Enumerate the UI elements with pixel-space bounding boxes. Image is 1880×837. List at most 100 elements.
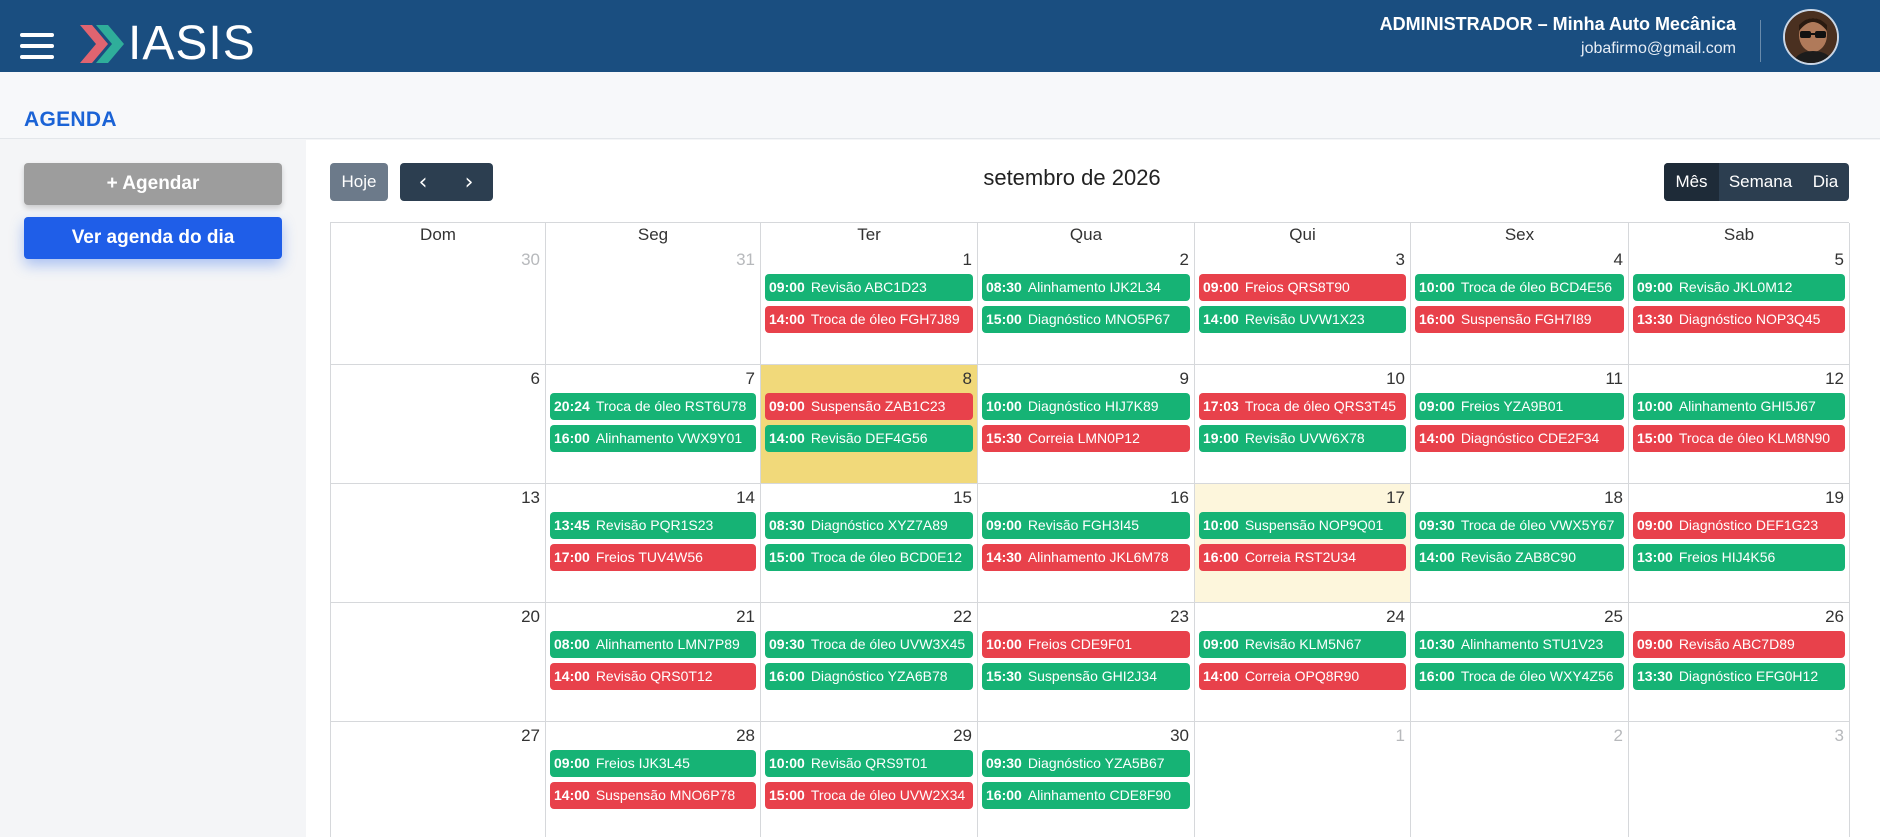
calendar-event[interactable]: 19:00 Revisão UVW6X78 (1199, 425, 1406, 452)
calendar-event[interactable]: 09:00 Revisão KLM5N67 (1199, 631, 1406, 658)
calendar-event[interactable]: 14:00 Revisão DEF4G56 (765, 425, 973, 452)
calendar-event[interactable]: 13:30 Diagnóstico NOP3Q45 (1633, 306, 1845, 333)
calendar-event[interactable]: 16:00 Alinhamento CDE8F90 (982, 782, 1190, 809)
view-day-button[interactable]: Dia (1802, 163, 1849, 201)
calendar-day[interactable]: 6 (331, 365, 546, 484)
calendar-event[interactable]: 09:00 Revisão JKL0M12 (1633, 274, 1845, 301)
calendar-day[interactable]: 7 20:24 Troca de óleo RST6U78 16:00 Alinhame… (546, 365, 761, 484)
calendar-day-today[interactable]: 8 09:00 Suspensão ZAB1C23 14:00 Revisão DEF4… (761, 365, 978, 484)
day-number[interactable]: 20 (521, 607, 540, 627)
calendar-event[interactable]: 15:00 Diagnóstico MNO5P67 (982, 306, 1190, 333)
day-number[interactable]: 7 (746, 369, 755, 389)
calendar-event[interactable]: 20:24 Troca de óleo RST6U78 (550, 393, 756, 420)
calendar-day[interactable]: 25 10:30 Alinhamento STU1V23 16:00 Troca de … (1411, 603, 1629, 722)
calendar-event[interactable]: 10:30 Alinhamento STU1V23 (1415, 631, 1624, 658)
calendar-day[interactable]: 2 (1411, 722, 1629, 837)
calendar-event[interactable]: 14:00 Revisão ZAB8C90 (1415, 544, 1624, 571)
hamburger-menu-icon[interactable] (20, 33, 54, 61)
calendar-event[interactable]: 09:30 Diagnóstico YZA5B67 (982, 750, 1190, 777)
day-number[interactable]: 3 (1396, 250, 1405, 270)
calendar-event[interactable]: 10:00 Revisão QRS9T01 (765, 750, 973, 777)
calendar-event[interactable]: 09:00 Freios IJK3L45 (550, 750, 756, 777)
calendar-event[interactable]: 08:30 Diagnóstico XYZ7A89 (765, 512, 973, 539)
day-number[interactable]: 27 (521, 726, 540, 746)
calendar-day[interactable]: 16 09:00 Revisão FGH3I45 14:30 Alinhamento J… (978, 484, 1195, 603)
day-number[interactable]: 30 (521, 250, 540, 270)
calendar-event[interactable]: 16:00 Troca de óleo WXY4Z56 (1415, 663, 1624, 690)
calendar-event[interactable]: 10:00 Diagnóstico HIJ7K89 (982, 393, 1190, 420)
calendar-day[interactable]: 12 10:00 Alinhamento GHI5J67 15:00 Troca de … (1629, 365, 1850, 484)
day-number[interactable]: 2 (1180, 250, 1189, 270)
calendar-event[interactable]: 09:00 Suspensão ZAB1C23 (765, 393, 973, 420)
calendar-event[interactable]: 15:00 Troca de óleo KLM8N90 (1633, 425, 1845, 452)
calendar-day[interactable]: 20 (331, 603, 546, 722)
calendar-event[interactable]: 15:00 Troca de óleo BCD0E12 (765, 544, 973, 571)
calendar-event[interactable]: 09:00 Revisão FGH3I45 (982, 512, 1190, 539)
calendar-day[interactable]: 22 09:30 Troca de óleo UVW3X45 16:00 Diagnós… (761, 603, 978, 722)
day-number[interactable]: 10 (1386, 369, 1405, 389)
day-number[interactable]: 3 (1835, 726, 1844, 746)
calendar-day[interactable]: 31 (546, 246, 761, 365)
day-number[interactable]: 2 (1614, 726, 1623, 746)
ver-agenda-do-dia-button[interactable]: Ver agenda do dia (24, 217, 282, 259)
day-number[interactable]: 15 (953, 488, 972, 508)
calendar-day[interactable]: 13 (331, 484, 546, 603)
day-number[interactable]: 8 (963, 369, 972, 389)
calendar-event[interactable]: 14:00 Revisão UVW1X23 (1199, 306, 1406, 333)
day-number[interactable]: 19 (1825, 488, 1844, 508)
calendar-day[interactable]: 26 09:00 Revisão ABC7D89 13:30 Diagnóstico E… (1629, 603, 1850, 722)
avatar[interactable] (1783, 9, 1839, 65)
calendar-day[interactable]: 1 (1195, 722, 1411, 837)
day-number[interactable]: 5 (1835, 250, 1844, 270)
day-number[interactable]: 1 (1396, 726, 1405, 746)
chevron-right-icon[interactable]: › (446, 163, 492, 201)
calendar-event[interactable]: 10:00 Suspensão NOP9Q01 (1199, 512, 1406, 539)
app-logo[interactable]: IASIS (78, 20, 256, 68)
calendar-day[interactable]: 5 09:00 Revisão JKL0M12 13:30 Diagnóstico NO… (1629, 246, 1850, 365)
calendar-event[interactable]: 09:00 Diagnóstico DEF1G23 (1633, 512, 1845, 539)
calendar-day[interactable]: 30 09:30 Diagnóstico YZA5B67 16:00 Alinhamen… (978, 722, 1195, 837)
calendar-event[interactable]: 09:00 Revisão ABC1D23 (765, 274, 973, 301)
day-number[interactable]: 11 (1605, 369, 1623, 389)
day-number[interactable]: 17 (1386, 488, 1405, 508)
chevron-left-icon[interactable]: ‹ (400, 163, 446, 201)
calendar-day[interactable]: 21 08:00 Alinhamento LMN7P89 14:00 Revisão Q… (546, 603, 761, 722)
day-number[interactable]: 4 (1614, 250, 1623, 270)
calendar-event[interactable]: 08:30 Alinhamento IJK2L34 (982, 274, 1190, 301)
calendar-day[interactable]: 1 09:00 Revisão ABC1D23 14:00 Troca de óleo … (761, 246, 978, 365)
calendar-day[interactable]: 11 09:00 Freios YZA9B01 14:00 Diagnóstico CD… (1411, 365, 1629, 484)
view-month-button[interactable]: Mês (1664, 163, 1719, 201)
calendar-event[interactable]: 17:03 Troca de óleo QRS3T45 (1199, 393, 1406, 420)
calendar-day[interactable]: 15 08:30 Diagnóstico XYZ7A89 15:00 Troca de … (761, 484, 978, 603)
calendar-event[interactable]: 09:00 Revisão ABC7D89 (1633, 631, 1845, 658)
calendar-day[interactable]: 19 09:00 Diagnóstico DEF1G23 13:00 Freios HI… (1629, 484, 1850, 603)
today-button[interactable]: Hoje (330, 163, 388, 201)
calendar-event[interactable]: 16:00 Correia RST2U34 (1199, 544, 1406, 571)
calendar-event[interactable]: 08:00 Alinhamento LMN7P89 (550, 631, 756, 658)
calendar-event[interactable]: 15:00 Troca de óleo UVW2X34 (765, 782, 973, 809)
calendar-event[interactable]: 13:00 Freios HIJ4K56 (1633, 544, 1845, 571)
day-number[interactable]: 31 (736, 250, 755, 270)
calendar-day[interactable]: 3 09:00 Freios QRS8T90 14:00 Revisão UVW1X23 (1195, 246, 1411, 365)
calendar-day[interactable]: 3 (1629, 722, 1850, 837)
day-number[interactable]: 30 (1170, 726, 1189, 746)
calendar-event[interactable]: 14:00 Troca de óleo FGH7J89 (765, 306, 973, 333)
calendar-event[interactable]: 13:30 Diagnóstico EFG0H12 (1633, 663, 1845, 690)
calendar-event[interactable]: 13:45 Revisão PQR1S23 (550, 512, 756, 539)
day-number[interactable]: 21 (736, 607, 755, 627)
day-number[interactable]: 16 (1170, 488, 1189, 508)
calendar-event[interactable]: 16:00 Suspensão FGH7I89 (1415, 306, 1624, 333)
calendar-day[interactable]: 9 10:00 Diagnóstico HIJ7K89 15:30 Correia LM… (978, 365, 1195, 484)
day-number[interactable]: 25 (1604, 607, 1623, 627)
calendar-day[interactable]: 10 17:03 Troca de óleo QRS3T45 19:00 Revisão… (1195, 365, 1411, 484)
calendar-event[interactable]: 17:00 Freios TUV4W56 (550, 544, 756, 571)
view-week-button[interactable]: Semana (1719, 163, 1802, 201)
day-number[interactable]: 18 (1604, 488, 1623, 508)
day-number[interactable]: 26 (1825, 607, 1844, 627)
day-number[interactable]: 22 (953, 607, 972, 627)
day-number[interactable]: 12 (1825, 369, 1844, 389)
calendar-event[interactable]: 15:30 Correia LMN0P12 (982, 425, 1190, 452)
calendar-event[interactable]: 16:00 Alinhamento VWX9Y01 (550, 425, 756, 452)
calendar-event[interactable]: 14:30 Alinhamento JKL6M78 (982, 544, 1190, 571)
calendar-event[interactable]: 09:30 Troca de óleo UVW3X45 (765, 631, 973, 658)
